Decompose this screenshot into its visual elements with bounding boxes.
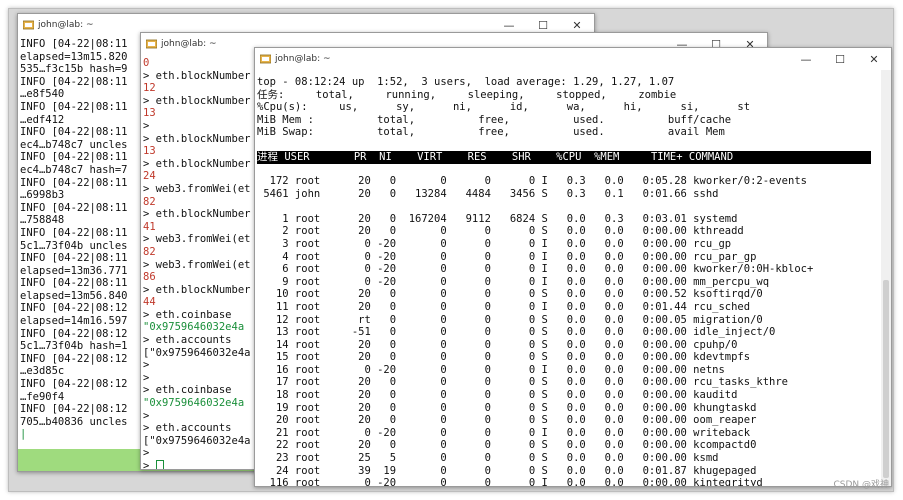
process-row: 16 root 0 -20 0 0 0 I 0.0 0.0 0:00.00 ne…	[257, 363, 725, 376]
process-row: 14 root 20 0 0 0 0 S 0.0 0.0 0:00.00 cpu…	[257, 338, 738, 351]
process-row: 172 root 20 0 0 0 0 I 0.3 0.0 0:05.28 kw…	[257, 174, 807, 187]
terminal-icon	[260, 54, 271, 64]
window-2-title: john@lab: ~	[161, 39, 217, 49]
process-row: 20 root 20 0 0 0 0 S 0.0 0.0 0:00.00 oom…	[257, 414, 757, 427]
close-button[interactable]: ✕	[857, 48, 891, 70]
process-row	[257, 200, 881, 213]
process-row: 6 root 0 -20 0 0 0 I 0.0 0.0 0:00.00 kwo…	[257, 263, 814, 276]
desktop-frame: john@lab: ~ — ☐ ✕ INFO [04-22|08:11 elaps…	[8, 8, 894, 492]
process-row: 1 root 20 0 167204 9112 6824 S 0.0 0.3 0…	[257, 212, 738, 225]
process-row: 22 root 20 0 0 0 0 S 0.0 0.0 0:00.00 kco…	[257, 439, 757, 452]
scrollbar-thumb[interactable]	[883, 280, 889, 478]
text-cursor	[155, 460, 164, 469]
process-row: 10 root 20 0 0 0 0 S 0.0 0.0 0:00.52 kso…	[257, 288, 763, 301]
maximize-button[interactable]: ☐	[823, 48, 857, 70]
process-row: 21 root 0 -20 0 0 0 I 0.0 0.0 0:00.00 wr…	[257, 426, 751, 439]
process-row: 116 root 0 -20 0 0 0 I 0.0 0.0 0:00.00 k…	[257, 477, 763, 486]
process-row: 12 root rt 0 0 0 0 S 0.0 0.0 0:00.05 mig…	[257, 313, 763, 326]
window-3-title: john@lab: ~	[275, 54, 331, 64]
top-summary-line: MiB Mem : total, free, used. buff/cache	[257, 113, 732, 126]
top-summary-line: %Cpu(s): us, sy, ni, id, wa, hi, si, st	[257, 101, 751, 114]
minimize-button[interactable]: —	[789, 48, 823, 70]
terminal-icon	[23, 20, 34, 30]
window-3-titlebar[interactable]: john@lab: ~ — ☐ ✕	[255, 48, 891, 70]
process-row: 2 root 20 0 0 0 0 S 0.0 0.0 0:00.00 kthr…	[257, 225, 744, 238]
process-row: 11 root 20 0 0 0 0 I 0.0 0.0 0:01.44 rcu…	[257, 300, 751, 313]
process-row: 3 root 0 -20 0 0 0 I 0.0 0.0 0:00.00 rcu…	[257, 237, 732, 250]
process-table-header: 进程 USER PR NI VIRT RES SHR %CPU %MEM TIM…	[257, 150, 871, 164]
scrollbar[interactable]	[881, 70, 891, 486]
top-summary-line: 任务: total, running, sleeping, stopped, z…	[257, 88, 677, 101]
process-row: 15 root 20 0 0 0 0 S 0.0 0.0 0:00.00 kde…	[257, 351, 751, 364]
top-summary-line: MiB Swap: total, free, used. avail Mem	[257, 126, 725, 139]
process-row: 5461 john 20 0 13284 4484 3456 S 0.3 0.1…	[257, 187, 719, 200]
process-row: 13 root -51 0 0 0 0 S 0.0 0.0 0:00.00 id…	[257, 326, 776, 339]
process-row: 4 root 0 -20 0 0 0 I 0.0 0.0 0:00.00 rcu…	[257, 250, 757, 263]
process-row: 18 root 20 0 0 0 0 S 0.0 0.0 0:00.00 kau…	[257, 389, 738, 402]
top-output[interactable]: top - 08:12:24 up 1:52, 3 users, load av…	[255, 70, 881, 486]
process-row: 9 root 0 -20 0 0 0 I 0.0 0.0 0:00.00 mm_…	[257, 275, 770, 288]
process-row: 17 root 20 0 0 0 0 S 0.0 0.0 0:00.00 rcu…	[257, 376, 789, 389]
process-row: 24 root 39 19 0 0 0 S 0.0 0.0 0:01.87 kh…	[257, 464, 757, 477]
top-summary-line: top - 08:12:24 up 1:52, 3 users, load av…	[257, 76, 675, 88]
window-1-title: john@lab: ~	[38, 20, 94, 30]
watermark: CSDN @戏神	[833, 480, 889, 490]
process-row: 23 root 25 5 0 0 0 S 0.0 0.0 0:00.00 ksm…	[257, 452, 719, 465]
terminal-icon	[146, 39, 157, 49]
terminal-window-3[interactable]: john@lab: ~ — ☐ ✕ top - 08:12:24 up 1:52…	[254, 47, 892, 487]
process-row: 19 root 20 0 0 0 0 S 0.0 0.0 0:00.00 khu…	[257, 401, 757, 414]
